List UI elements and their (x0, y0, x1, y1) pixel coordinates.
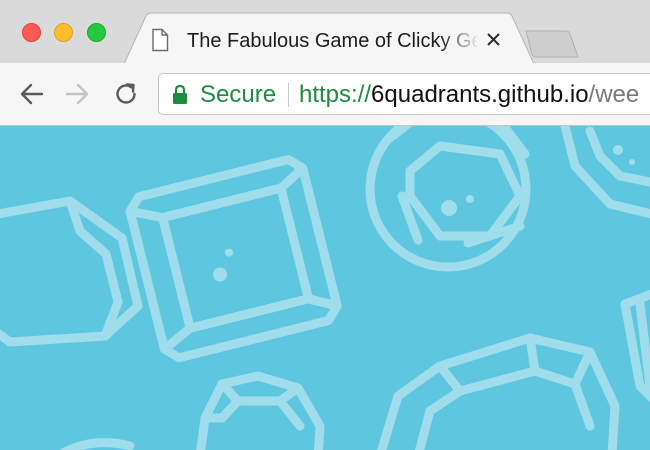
faceted-gem-bottom-left (196, 371, 325, 450)
url-host: 6quadrants.github.io (371, 81, 589, 108)
lock-icon (173, 84, 187, 104)
round-gem (365, 126, 531, 272)
tab-title[interactable]: The Fabulous Game of Clicky Gems (187, 27, 477, 55)
url-path: /wee (588, 81, 640, 108)
url-scheme: https:// (299, 81, 372, 108)
square-gem (125, 154, 342, 363)
omnibox-divider (288, 83, 289, 107)
tab-title-fade (440, 22, 480, 58)
faceted-gem-top-right (560, 126, 650, 219)
gem-pattern-background (0, 126, 650, 450)
security-label[interactable]: Secure (200, 81, 276, 109)
document-icon (152, 28, 169, 52)
reload-icon[interactable] (112, 80, 140, 108)
url-text[interactable]: https://6quadrants.github.io/wee (299, 81, 639, 109)
partial-gem-right (620, 289, 650, 403)
tab-strip: The Fabulous Game of Clicky Gems (0, 0, 650, 64)
octagon-gem-bottom-center (377, 333, 620, 450)
forward-arrow-icon[interactable] (63, 80, 91, 108)
octagon-gem-left (0, 196, 143, 347)
back-arrow-icon[interactable] (18, 80, 46, 108)
address-bar[interactable]: Secure https://6quadrants.github.io/wee (158, 73, 650, 115)
browser-toolbar: Secure https://6quadrants.github.io/wee (0, 63, 650, 126)
page-content[interactable] (0, 126, 650, 450)
partial-gem-bottom-left (59, 438, 135, 450)
tab-close-icon[interactable] (484, 28, 504, 52)
new-tab-button[interactable] (524, 30, 580, 60)
